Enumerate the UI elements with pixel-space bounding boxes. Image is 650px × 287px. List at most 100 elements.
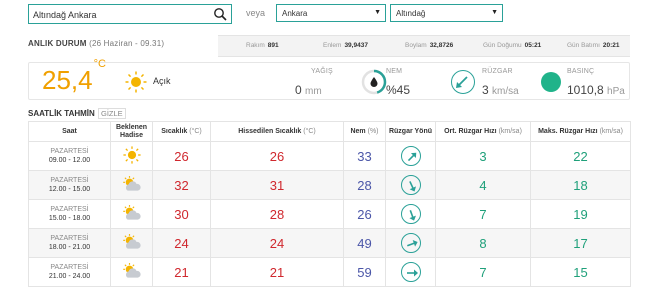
feels-cell: 21 [210,257,344,287]
wind-max-cell: 17 [530,228,631,258]
search-input[interactable] [29,6,209,24]
event-cell [110,257,153,287]
table-row: PAZARTESİ 09.00 - 12.00 26 26 33 3 22 [28,141,631,171]
time-cell: PAZARTESİ 15.00 - 18.00 [28,199,111,229]
col-wind-dir: Rüzgar Yönü [385,121,436,142]
current-title: ANLIK DURUM (26 Haziran - 09.31) [28,39,164,48]
table-row: PAZARTESİ 15.00 - 18.00 30 28 26 7 19 [28,199,631,229]
time-cell: PAZARTESİ 12.00 - 15.00 [28,170,111,200]
day-label: PAZARTESİ [50,264,89,271]
wind-direction-icon [400,262,421,282]
event-cell [110,170,153,200]
wind-value: 3 km/sa [482,83,519,97]
wind-dir-cell [385,257,436,287]
search-box[interactable] [28,4,232,24]
district-value: Altındağ [396,9,426,18]
day-label: PAZARTESİ [50,148,89,155]
time-cell: PAZARTESİ 21.00 - 24.00 [28,257,111,287]
temp-cell: 32 [152,170,211,200]
wind-dir-cell [385,199,436,229]
stat-sunrise: Gün Doğumu 05:21 [483,42,542,49]
wind-avg-cell: 7 [435,257,531,287]
hide-button[interactable]: GİZLE [98,108,126,119]
wind-label: RÜZGAR [482,68,513,75]
current-conditions: 25,4°C Açık YAĞIŞ 0 mm NEM %45 RÜZGAR 3 … [28,58,630,100]
table-row: PAZARTESİ 18.00 - 21.00 24 24 49 8 17 [28,228,631,258]
col-wind-avg: Ort. Rüzgar Hızı (km/sa) [435,121,531,142]
col-feels: Hissedilen Sıcaklık (°C) [210,121,344,142]
partly-cloudy-icon [122,175,142,196]
wind-direction-icon [400,146,421,166]
sun-icon [122,145,141,167]
wind-direction-icon [451,70,475,94]
day-label: PAZARTESİ [50,206,89,213]
temp-cell: 24 [152,228,211,258]
event-cell [110,228,153,258]
humidity-cell: 28 [343,170,386,200]
wind-max-cell: 19 [530,199,631,229]
humidity-cell: 33 [343,141,386,171]
day-label: PAZARTESİ [50,177,89,184]
table-header: Saat Beklenen Hadise Sıcaklık (°C) Hissed… [28,121,631,142]
current-info-row: ANLIK DURUM (26 Haziran - 09.31) Rakım 89… [0,34,650,58]
temp-cell: 30 [152,199,211,229]
humidity-label: NEM [386,68,403,75]
partly-cloudy-icon [122,233,142,254]
wind-avg-cell: 3 [435,141,531,171]
wind-max-cell: 18 [530,170,631,200]
col-temp: Sıcaklık (°C) [152,121,211,142]
wind-direction-icon [400,175,421,195]
feels-cell: 31 [210,170,344,200]
wind-dir-cell [385,228,436,258]
condition-text: Açık [153,76,171,86]
wind-dir-cell [385,170,436,200]
time-cell: PAZARTESİ 09.00 - 12.00 [28,141,111,171]
feels-cell: 24 [210,228,344,258]
event-cell [110,141,153,171]
humidity-cell: 26 [343,199,386,229]
stat-enlem: Enlem 39,9437 [323,42,368,49]
wind-avg-cell: 7 [435,199,531,229]
partly-cloudy-icon [122,204,142,225]
day-label: PAZARTESİ [50,235,89,242]
district-select[interactable]: Altındağ ▼ [390,4,503,22]
col-event: Beklenen Hadise [110,121,153,142]
time-range: 18.00 - 21.00 [48,244,91,251]
time-range: 12.00 - 15.00 [48,186,91,193]
rain-value: 0 mm [295,83,322,97]
wind-avg-cell: 4 [435,170,531,200]
dropdown-arrow-icon: ▼ [491,9,498,16]
partly-cloudy-icon [122,262,142,283]
col-humidity: Nem (%) [343,121,386,142]
temp-cell: 26 [152,141,211,171]
wind-max-cell: 15 [530,257,631,287]
time-range: 09.00 - 12.00 [48,157,91,164]
or-label: veya [246,8,266,18]
hourly-title: SAATLİK TAHMİN [28,109,95,118]
search-icon[interactable] [213,7,227,21]
province-select[interactable]: Ankara ▼ [276,4,386,22]
col-time: Saat [28,121,111,142]
province-value: Ankara [282,9,308,18]
hourly-table: Saat Beklenen Hadise Sıcaklık (°C) Hissed… [28,121,631,287]
current-temperature: 25,4°C [42,58,106,95]
wind-direction-icon [400,233,421,253]
feels-cell: 26 [210,141,344,171]
humidity-cell: 49 [343,228,386,258]
sun-icon [125,71,147,93]
table-row: PAZARTESİ 12.00 - 15.00 32 31 28 4 18 [28,170,631,200]
time-range: 21.00 - 24.00 [48,273,91,280]
current-datetime: (26 Haziran - 09.31) [89,39,165,48]
time-range: 15.00 - 18.00 [48,215,91,222]
humidity-value: %45 [386,83,411,97]
event-cell [110,199,153,229]
wind-avg-cell: 8 [435,228,531,258]
wind-dir-cell [385,141,436,171]
time-cell: PAZARTESİ 18.00 - 21.00 [28,228,111,258]
current-title-text: ANLIK DURUM [28,39,87,48]
pressure-value: 1010,8 hPa [567,83,625,97]
rain-label: YAĞIŞ [311,68,333,75]
stat-rakim: Rakım 891 [246,42,279,49]
feels-cell: 28 [210,199,344,229]
location-stats: Rakım 891 Enlem 39,9437 Boylam 32,8726 Gün … [218,35,630,57]
